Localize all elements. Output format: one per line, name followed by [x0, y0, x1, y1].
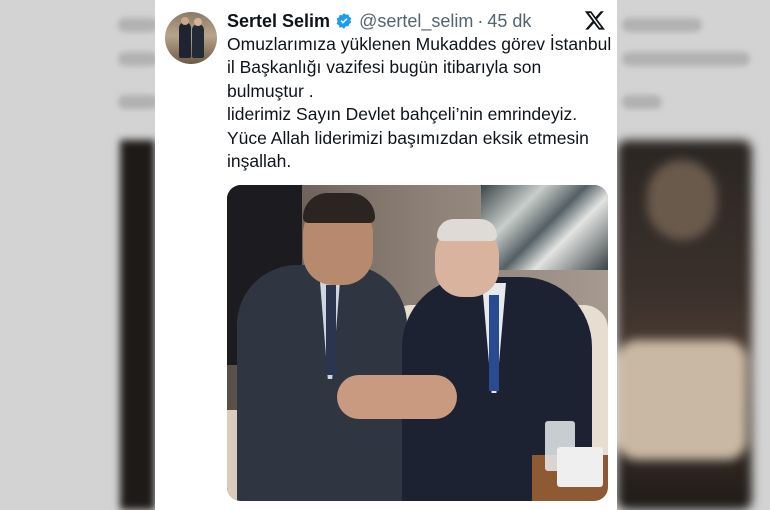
tweet-card[interactable]: Sertel Selim @sertel_selim · 45 dk Omuzl…: [155, 0, 617, 510]
tweet-text-line: Yüce Allah liderimizi başımızdan eksik e…: [227, 127, 594, 172]
avatar[interactable]: [165, 12, 217, 64]
author-name[interactable]: Sertel Selim: [227, 11, 330, 32]
background-blurred-text: [622, 95, 662, 109]
background-blurred-text: [118, 52, 158, 66]
background-blurred-text: [118, 95, 158, 109]
tweet-photo[interactable]: [227, 185, 608, 501]
background-blurred-text: [118, 18, 158, 32]
x-logo-icon[interactable]: [584, 9, 606, 31]
background-blurred-photo: [617, 140, 752, 510]
background-blurred-photo: [120, 140, 155, 510]
verified-badge-icon: [336, 13, 352, 29]
background-blurred-text: [622, 18, 702, 32]
author-handle[interactable]: @sertel_selim: [359, 11, 473, 32]
tweet-text: Omuzlarımıza yüklenen Mukaddes görev İst…: [227, 33, 612, 173]
photo-painting: [481, 185, 608, 270]
tweet-text-line: liderimiz Sayın Devlet bahçeli’nin emrin…: [227, 104, 578, 125]
tweet-timestamp[interactable]: 45 dk: [487, 11, 531, 32]
tweet-text-line: Omuzlarımıza yüklenen Mukaddes görev İst…: [227, 34, 617, 101]
separator-dot: ·: [477, 10, 484, 31]
tweet-header: Sertel Selim @sertel_selim · 45 dk: [227, 9, 531, 33]
background-blurred-text: [622, 52, 750, 66]
